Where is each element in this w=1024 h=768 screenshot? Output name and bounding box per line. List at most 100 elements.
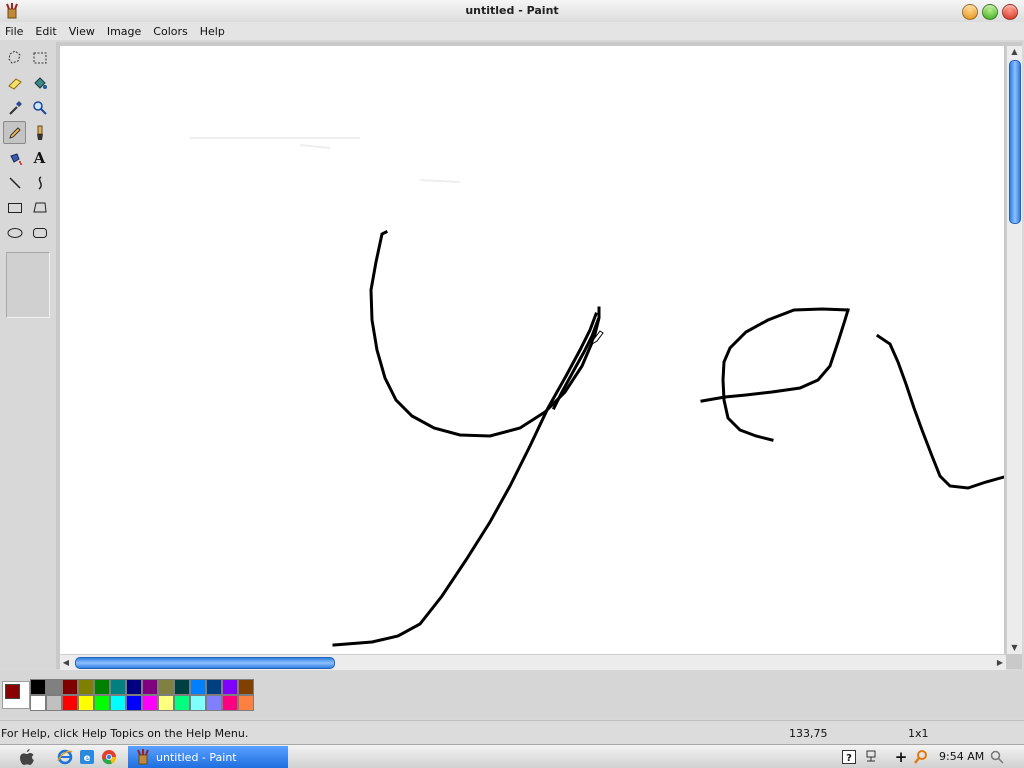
color-picker-icon <box>8 100 22 115</box>
explorer-icon[interactable]: e <box>78 748 96 766</box>
taskbar-paint-button[interactable]: untitled - Paint <box>128 746 288 768</box>
rounded-rect-tool[interactable] <box>28 221 51 244</box>
rect-select-icon <box>33 52 46 63</box>
vertical-scrollbar[interactable]: ▲ ▼ <box>1006 46 1022 654</box>
color-swatch[interactable] <box>158 695 174 711</box>
fill-bucket-tool[interactable] <box>28 71 51 94</box>
taskbar-paint-label: untitled - Paint <box>156 750 237 764</box>
airbrush-tool[interactable] <box>3 146 26 169</box>
close-button[interactable] <box>1002 4 1018 20</box>
menu-help[interactable]: Help <box>194 25 231 38</box>
polygon-tool[interactable] <box>28 196 51 219</box>
color-swatch[interactable] <box>238 679 254 695</box>
add-tray-icon[interactable]: + <box>892 748 910 766</box>
menu-bar: File Edit View Image Colors Help <box>0 22 1024 40</box>
magnifier-icon <box>32 100 47 115</box>
ellipse-tool[interactable] <box>3 221 26 244</box>
text-tool[interactable]: A <box>28 146 51 169</box>
color-swatch[interactable] <box>158 679 174 695</box>
maximize-button[interactable] <box>982 4 998 20</box>
stroke-right-squiggle <box>875 333 1004 490</box>
color-swatch[interactable] <box>142 695 158 711</box>
color-swatch[interactable] <box>238 695 254 711</box>
horizontal-scroll-thumb[interactable] <box>75 657 335 669</box>
apple-menu-icon[interactable] <box>18 748 36 766</box>
color-swatch[interactable] <box>110 695 126 711</box>
menu-image[interactable]: Image <box>101 25 147 38</box>
pencil-icon <box>8 126 21 139</box>
color-swatch[interactable] <box>78 695 94 711</box>
color-swatch[interactable] <box>94 679 110 695</box>
spotlight-search-icon[interactable] <box>988 748 1006 766</box>
taskbar: e untitled - Paint ? + 9:54 AM <box>0 744 1024 768</box>
title-bar: untitled - Paint <box>0 0 1024 23</box>
svg-text:e: e <box>84 753 91 764</box>
color-swatch[interactable] <box>222 695 238 711</box>
search-tray-icon[interactable] <box>912 748 930 766</box>
rect-select-tool[interactable] <box>28 46 51 69</box>
eraser-tool[interactable] <box>3 71 26 94</box>
clock[interactable]: 9:54 AM <box>939 750 984 763</box>
color-swatch[interactable] <box>46 695 62 711</box>
tool-options-box[interactable] <box>6 252 50 318</box>
color-swatch[interactable] <box>62 679 78 695</box>
polygon-icon <box>32 202 47 212</box>
rectangle-icon <box>7 202 22 213</box>
line-tool[interactable] <box>3 171 26 194</box>
color-picker-tool[interactable] <box>3 96 26 119</box>
color-swatch[interactable] <box>30 695 46 711</box>
color-swatch[interactable] <box>190 679 206 695</box>
color-swatch[interactable] <box>110 679 126 695</box>
color-swatch[interactable] <box>206 679 222 695</box>
stroke-leaf-top <box>721 307 850 442</box>
toolbox: A <box>0 42 56 669</box>
minimize-button[interactable] <box>962 4 978 20</box>
color-swatch[interactable] <box>174 695 190 711</box>
scroll-right-icon[interactable]: ▶ <box>994 655 1006 670</box>
color-swatch[interactable] <box>30 679 46 695</box>
color-swatch[interactable] <box>222 679 238 695</box>
magnifier-tool[interactable] <box>28 96 51 119</box>
vertical-scroll-thumb[interactable] <box>1009 60 1021 224</box>
stroke-u-curve <box>369 229 601 438</box>
scroll-down-icon[interactable]: ▼ <box>1007 642 1022 654</box>
drawing-canvas[interactable] <box>60 46 1004 654</box>
text-icon: A <box>33 148 46 167</box>
stroke-long-descender <box>332 312 598 647</box>
free-form-select-icon <box>7 49 21 64</box>
color-swatch[interactable] <box>46 679 62 695</box>
menu-view[interactable]: View <box>63 25 101 38</box>
color-swatch[interactable] <box>78 679 94 695</box>
menu-edit[interactable]: Edit <box>29 25 62 38</box>
rectangle-tool[interactable] <box>3 196 26 219</box>
help-tray-icon[interactable]: ? <box>840 748 858 766</box>
canvas-area <box>56 42 1022 669</box>
network-tray-icon[interactable] <box>862 748 880 766</box>
pencil-tool[interactable] <box>3 121 26 144</box>
scroll-left-icon[interactable]: ◀ <box>60 655 72 670</box>
line-icon <box>8 176 21 189</box>
current-colors[interactable] <box>2 681 30 709</box>
color-swatch[interactable] <box>206 695 222 711</box>
eraser-icon <box>7 77 22 90</box>
color-swatch[interactable] <box>62 695 78 711</box>
stroke-parallel <box>551 318 600 411</box>
chrome-icon[interactable] <box>100 748 118 766</box>
curve-tool[interactable] <box>28 171 51 194</box>
menu-colors[interactable]: Colors <box>147 25 193 38</box>
scroll-up-icon[interactable]: ▲ <box>1007 46 1022 58</box>
brush-tool[interactable] <box>28 121 51 144</box>
horizontal-scrollbar[interactable]: ◀ ▶ <box>60 654 1006 670</box>
color-swatch[interactable] <box>142 679 158 695</box>
color-swatch[interactable] <box>190 695 206 711</box>
color-swatch[interactable] <box>126 679 142 695</box>
free-form-select-tool[interactable] <box>3 46 26 69</box>
color-swatch[interactable] <box>94 695 110 711</box>
status-selection-size: 1x1 <box>908 727 929 740</box>
color-swatch[interactable] <box>126 695 142 711</box>
internet-explorer-icon[interactable] <box>56 748 74 766</box>
color-swatch[interactable] <box>174 679 190 695</box>
brush-icon <box>36 125 43 140</box>
menu-file[interactable]: File <box>0 25 29 38</box>
foreground-color-swatch[interactable] <box>5 684 20 699</box>
